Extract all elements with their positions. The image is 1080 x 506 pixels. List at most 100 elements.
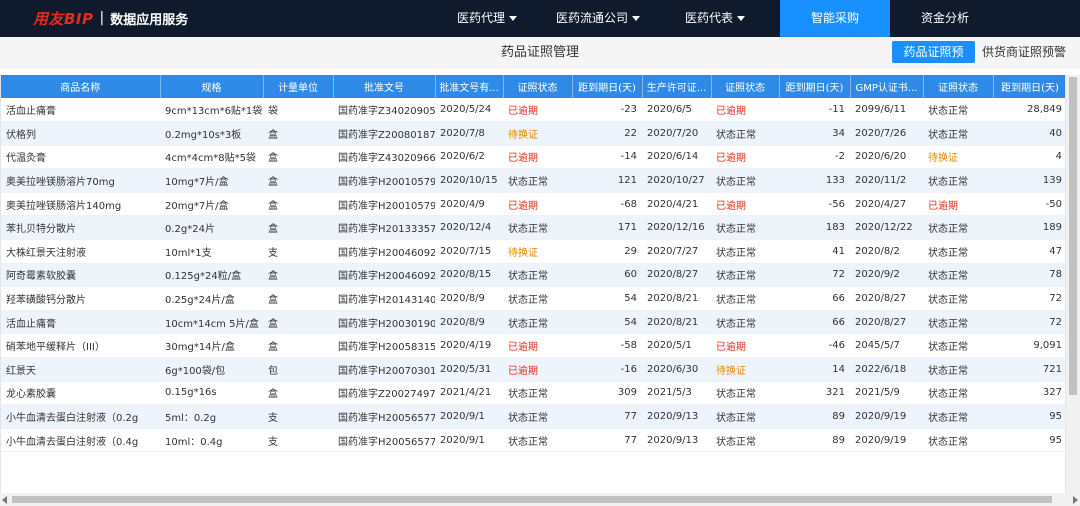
- table-row[interactable]: 奥美拉唑镁肠溶片140mg 20mg*7片/盒盒国药准字H20010579 2020…: [1, 192, 1065, 217]
- cell-gmp-cert: 2022/6/18: [850, 357, 923, 382]
- cell-approval-days: -16: [572, 357, 642, 382]
- cell-unit: 盒: [263, 121, 333, 146]
- table-row[interactable]: 苯扎贝特分散片 0.2g*24片盒国药准字H20133357 2020/12/4 状态…: [1, 215, 1065, 241]
- table-row[interactable]: 硝苯地平缓释片（III） 30mg*14片/盒盒国药准字H20058315 2020…: [1, 333, 1065, 359]
- cell-production-days: 66: [779, 310, 850, 335]
- nav-fund-analysis[interactable]: 资金分析: [905, 0, 985, 37]
- cell-approval-status: 已逾期: [503, 357, 572, 382]
- cell-production-license: 2020/6/30: [642, 357, 711, 382]
- scroll-left-icon[interactable]: [2, 496, 7, 504]
- cell-approval-no: 国药准字H20143140: [333, 286, 435, 311]
- column-header-approval-status[interactable]: 证照状态: [503, 75, 573, 98]
- column-header-approval-expiry[interactable]: 批准文号有...: [435, 75, 504, 98]
- cell-approval-expiry: 2020/4/9: [435, 192, 503, 217]
- nav-pharma-rep[interactable]: 医药代表: [675, 0, 755, 37]
- table-row[interactable]: 羟苯磺酸钙分散片 0.25g*24片/盒盒国药准字H20143140 2020/8/…: [1, 286, 1065, 311]
- cell-gmp-days: 28,849: [993, 98, 1065, 123]
- cell-gmp-days: 327: [993, 381, 1065, 406]
- cell-gmp-status: 状态正常: [923, 381, 993, 406]
- table-row[interactable]: 阿奇霉素软胶囊 0.125g*24粒/盒盒国药准字H20046092 2020/8/…: [1, 263, 1065, 288]
- cell-approval-no: 国药准字H20056577: [333, 404, 435, 429]
- cell-production-days: 89: [779, 428, 850, 453]
- cell-production-status: 已逾期: [711, 333, 779, 359]
- cell-approval-no: 国药准字H20058315: [333, 333, 435, 359]
- cell-unit: 盒: [263, 333, 333, 359]
- table-row[interactable]: 奥美拉唑镁肠溶片70mg 10mg*7片/盒盒国药准字H20010579 2020/…: [1, 168, 1065, 193]
- column-header-spec[interactable]: 规格: [160, 75, 264, 98]
- table-body: 活血止痛膏 9cm*13cm*6贴*1袋袋国药准字Z34020905 2020/5/…: [1, 98, 1065, 453]
- vertical-scrollbar-thumb[interactable]: [1069, 77, 1077, 395]
- cell-approval-days: 60: [572, 263, 642, 288]
- cell-approval-expiry: 2021/4/21: [435, 381, 503, 406]
- table-row[interactable]: 代温灸膏 4cm*4cm*8贴*5袋盒国药准字Z43020966 2020/6/2 已…: [1, 145, 1065, 170]
- table-row[interactable]: 大株红景天注射液 10ml*1支支国药准字H20046092 2020/7/15 待换…: [1, 239, 1065, 264]
- cell-approval-status: 已逾期: [503, 98, 572, 123]
- cell-gmp-status: 状态正常: [923, 357, 993, 382]
- column-header-gmp-cert[interactable]: GMP认证书...: [850, 75, 924, 98]
- cell-approval-expiry: 2020/8/15: [435, 263, 503, 288]
- cell-approval-status: 已逾期: [503, 192, 572, 217]
- table-row[interactable]: 活血止痛膏 9cm*13cm*6贴*1袋袋国药准字Z34020905 2020/5/…: [1, 98, 1065, 123]
- horizontal-scrollbar-thumb[interactable]: [12, 496, 1052, 503]
- table-row[interactable]: 伏格列 0.2mg*10s*3板盒国药准字Z20080187 2020/7/8 待换证…: [1, 121, 1065, 146]
- column-header-production-days[interactable]: 距到期日(天): [779, 75, 851, 98]
- cell-approval-days: -23: [572, 98, 642, 123]
- cell-approval-status: 状态正常: [503, 428, 572, 453]
- cell-production-license: 2020/7/27: [642, 239, 711, 264]
- cell-approval-no: 国药准字H20030190: [333, 310, 435, 335]
- cell-gmp-days: 721: [993, 357, 1065, 382]
- cell-production-status: 状态正常: [711, 381, 779, 406]
- cell-production-days: -46: [779, 333, 850, 359]
- cell-unit: 盒: [263, 192, 333, 217]
- nav-pharma-agency[interactable]: 医药代理: [447, 0, 527, 37]
- cell-spec: 4cm*4cm*8贴*5袋: [160, 145, 263, 170]
- column-header-production-status[interactable]: 证照状态: [711, 75, 780, 98]
- cell-spec: 20mg*7片/盒: [160, 192, 263, 217]
- cell-approval-days: 54: [572, 310, 642, 335]
- cell-production-days: 41: [779, 239, 850, 264]
- cell-production-status: 状态正常: [711, 404, 779, 429]
- nav-pharma-distribution[interactable]: 医药流通公司: [548, 0, 648, 37]
- table-row[interactable]: 龙心素胶囊 0.15g*16s 盒国药准字Z20027497 2021/4/21 状态正…: [1, 381, 1065, 406]
- horizontal-scrollbar[interactable]: [0, 493, 1080, 506]
- cell-gmp-days: 72: [993, 310, 1065, 335]
- cell-approval-status: 状态正常: [503, 263, 572, 288]
- nav-smart-procurement[interactable]: 智能采购: [780, 0, 890, 37]
- tab-supplier-license-warning[interactable]: 供货商证照预警: [982, 41, 1066, 63]
- column-header-gmp-days[interactable]: 距到期日(天): [993, 75, 1065, 98]
- cell-gmp-status: 待换证: [923, 145, 993, 170]
- cell-gmp-status: 状态正常: [923, 404, 993, 429]
- cell-gmp-days: 9,091: [993, 333, 1065, 359]
- column-header-unit[interactable]: 计量单位: [263, 75, 334, 98]
- vertical-scrollbar[interactable]: [1066, 75, 1080, 493]
- cell-approval-no: 国药准字Z20080187: [333, 121, 435, 146]
- cell-production-status: 状态正常: [711, 121, 779, 146]
- cell-product-name: 奥美拉唑镁肠溶片70mg: [1, 168, 160, 193]
- column-header-product-name[interactable]: 商品名称: [1, 75, 161, 98]
- cell-gmp-days: 72: [993, 286, 1065, 311]
- cell-spec: 9cm*13cm*6贴*1袋: [160, 98, 263, 123]
- table-row[interactable]: 小牛血清去蛋白注射液（0.2g 5ml：0.2g 支国药准字H20056577 202…: [1, 404, 1065, 429]
- cell-gmp-days: 95: [993, 404, 1065, 429]
- cell-gmp-status: 已逾期: [923, 192, 993, 217]
- cell-approval-status: 状态正常: [503, 310, 572, 335]
- chevron-down-icon: [737, 16, 745, 21]
- tab-drug-license-warning[interactable]: 药品证照预警: [892, 41, 975, 81]
- table-row[interactable]: 活血止痛膏 10cm*14cm 5片/盒盒国药准字H20030190 2020/8/…: [1, 310, 1065, 335]
- cell-production-status: 待换证: [711, 357, 779, 382]
- cell-spec: 0.25g*24片/盒: [160, 286, 263, 311]
- column-header-production-license[interactable]: 生产许可证...: [642, 75, 712, 98]
- scroll-right-icon[interactable]: [1073, 496, 1078, 504]
- table-row[interactable]: 红景天 6g*100袋/包包国药准字H20070301 2020/5/31 已逾期 -1…: [1, 357, 1065, 382]
- nav-label: 医药代理: [456, 11, 505, 25]
- cell-production-status: 状态正常: [711, 215, 779, 241]
- table-row[interactable]: 小牛血清去蛋白注射液（0.4g 10ml：0.4g 支国药准字H20056577 20…: [1, 428, 1065, 453]
- cell-approval-days: 171: [572, 215, 642, 241]
- column-header-approval-days[interactable]: 距到期日(天): [572, 75, 643, 98]
- cell-gmp-days: 139: [993, 168, 1065, 193]
- column-header-gmp-status[interactable]: 证照状态: [923, 75, 994, 98]
- table-header-row: 商品名称 规格 计量单位 批准文号 批准文号有... 证照状态 距到期日(天) 生产许可证..…: [1, 75, 1065, 98]
- cell-approval-days: 121: [572, 168, 642, 193]
- cell-approval-expiry: 2020/8/9: [435, 310, 503, 335]
- column-header-approval-no[interactable]: 批准文号: [333, 75, 436, 98]
